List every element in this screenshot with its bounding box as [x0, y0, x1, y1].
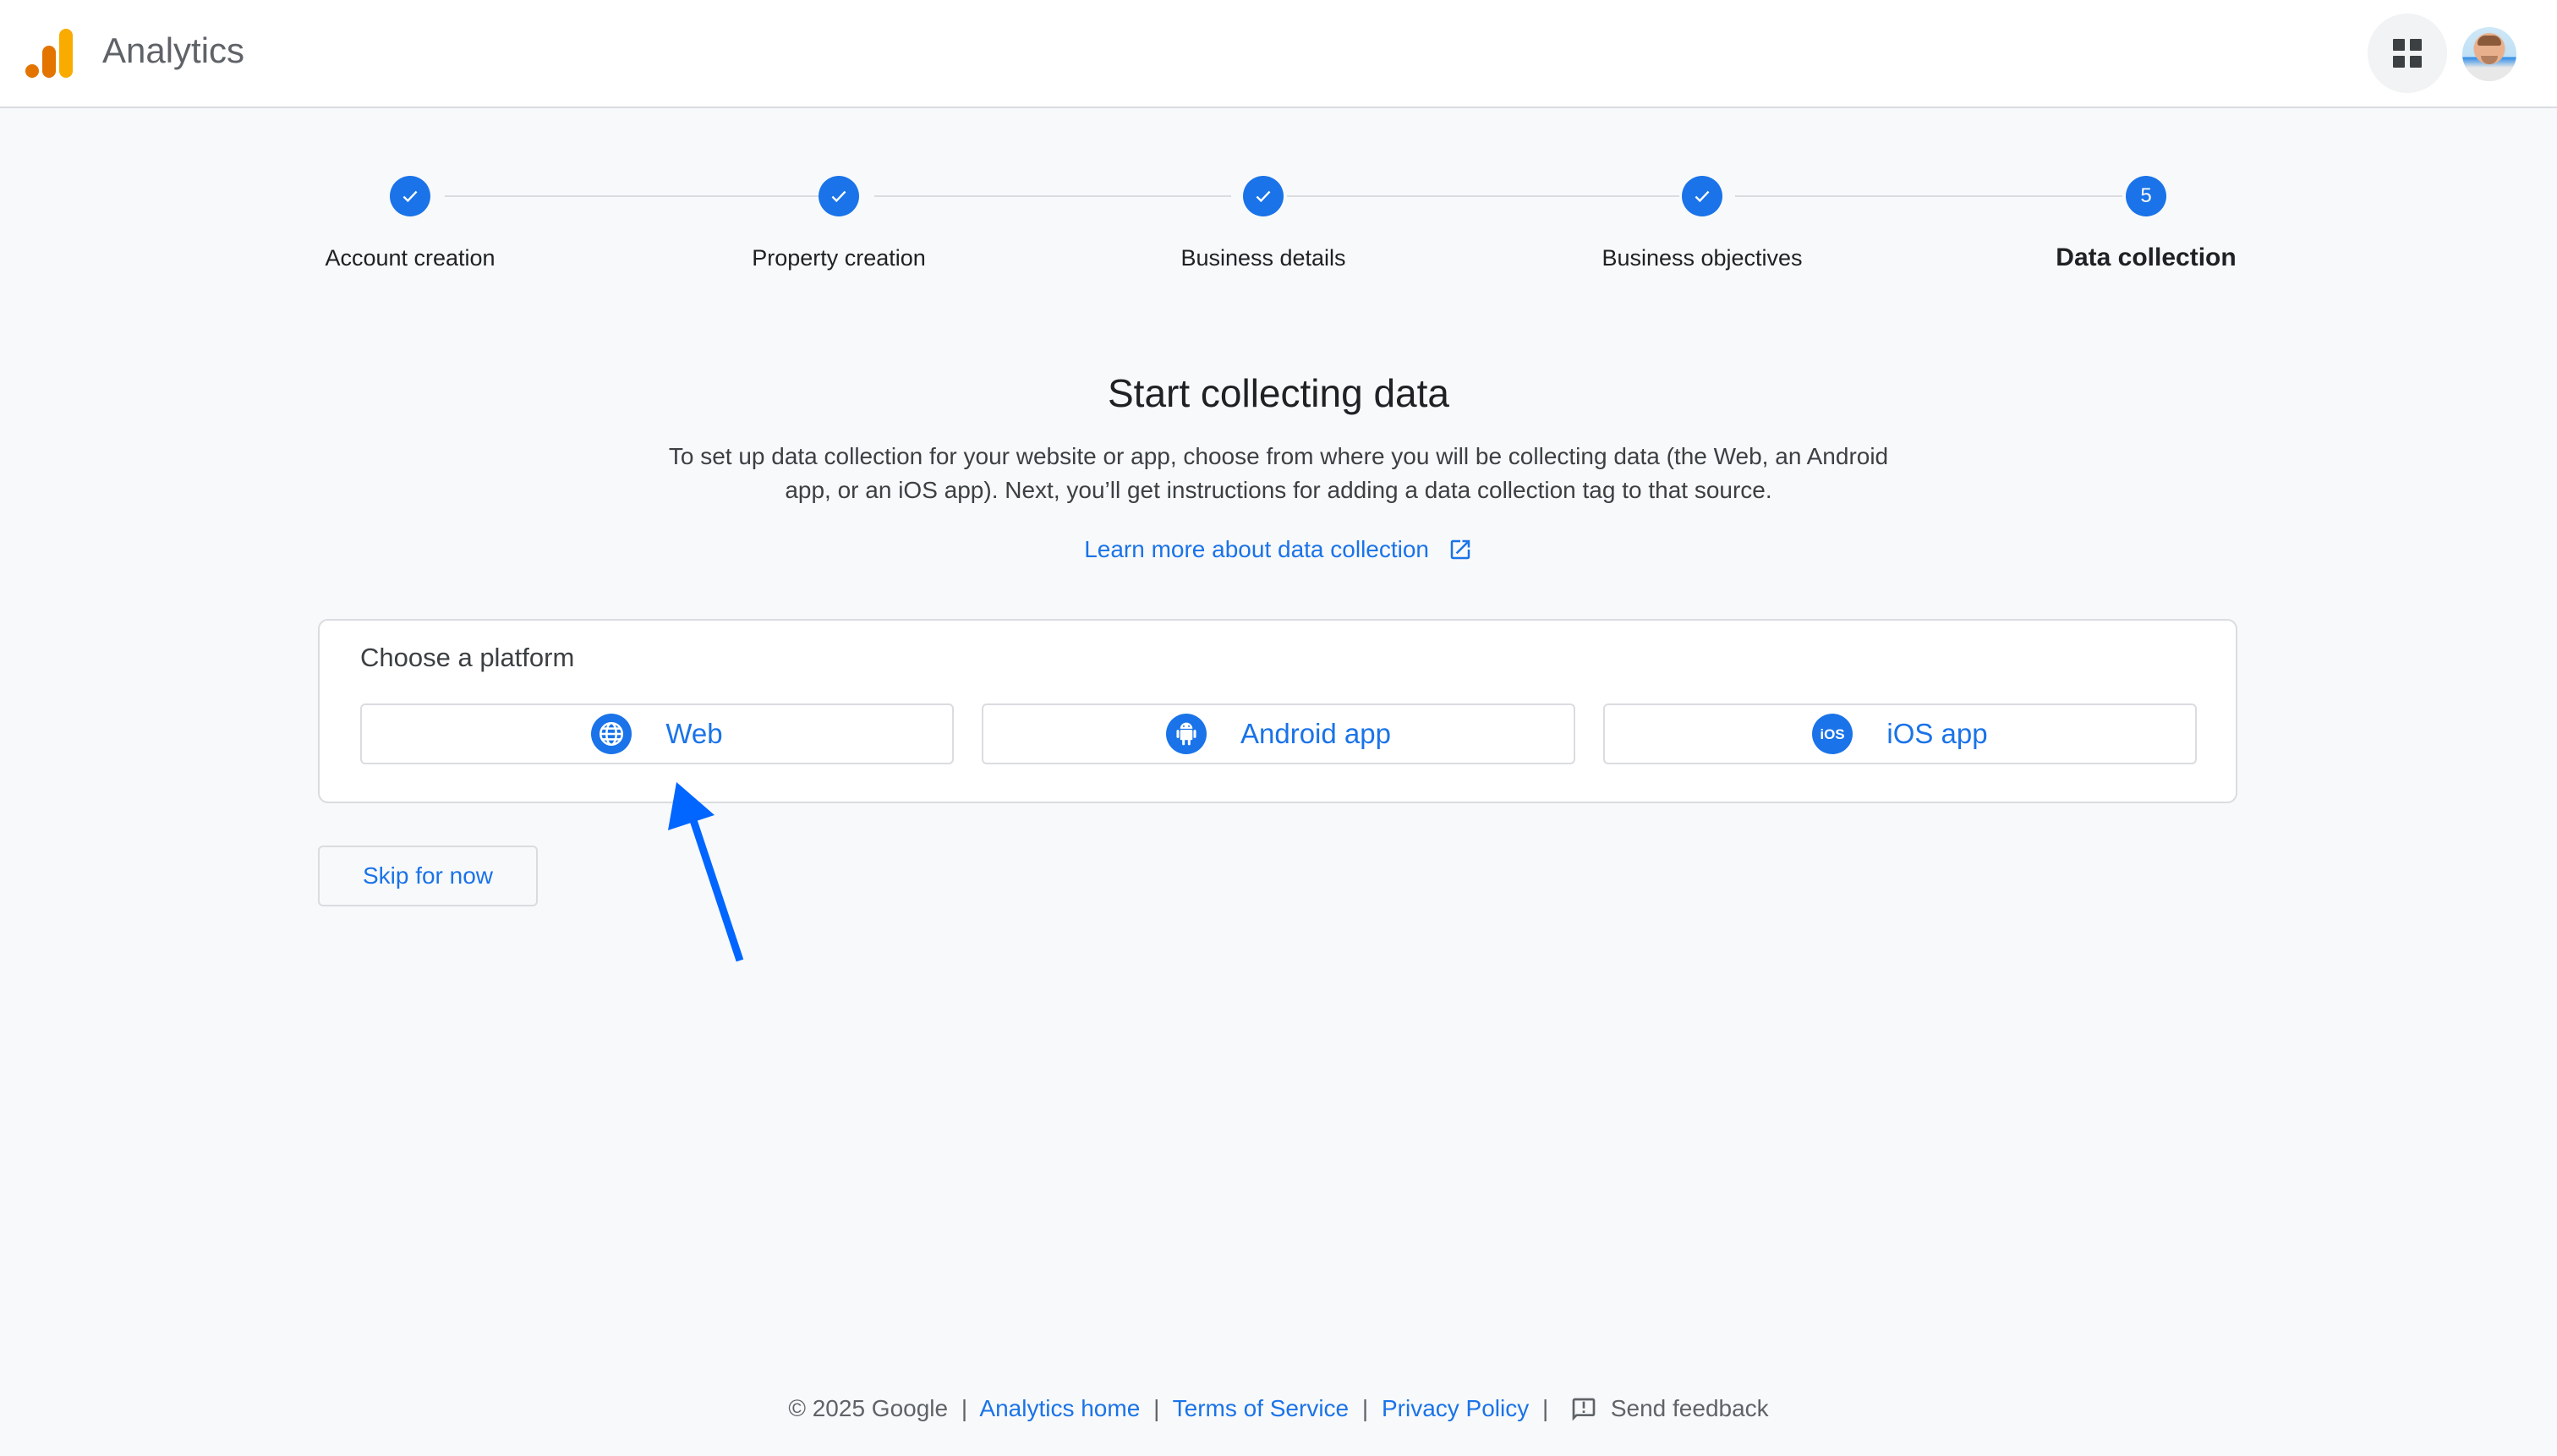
feedback-icon	[1572, 1398, 1596, 1421]
step-label-active: Data collection	[2056, 244, 2237, 271]
separator: |	[1542, 1395, 1549, 1421]
terms-of-service-link[interactable]: Terms of Service	[1173, 1395, 1350, 1421]
open-in-new-icon	[1448, 537, 1473, 568]
separator: |	[961, 1395, 968, 1421]
description-line: app, or an iOS app). Next, you’ll get in…	[785, 477, 1772, 503]
platform-android-button[interactable]: Android app	[982, 703, 1575, 764]
page-title: Start collecting data	[1107, 371, 1449, 415]
check-icon	[1682, 176, 1722, 216]
separator: |	[1153, 1395, 1160, 1421]
ios-icon: iOS	[1812, 714, 1853, 754]
send-feedback-label[interactable]: Send feedback	[1611, 1395, 1769, 1421]
platform-ios-button[interactable]: iOS iOS app	[1603, 703, 2197, 764]
learn-more-label[interactable]: Learn more about data collection	[1084, 536, 1429, 562]
platform-web-button[interactable]: Web	[360, 703, 954, 764]
globe-icon	[591, 714, 632, 754]
step-label: Business details	[1180, 245, 1346, 271]
platform-label: Android app	[1240, 718, 1391, 749]
step-label: Business objectives	[1602, 245, 1803, 271]
send-feedback-button[interactable]: Send feedback	[1562, 1395, 1769, 1421]
step-number: 5	[2126, 176, 2166, 216]
check-icon	[390, 176, 430, 216]
check-icon	[819, 176, 859, 216]
step-label: Account creation	[325, 245, 496, 271]
copyright: © 2025 Google	[788, 1395, 949, 1421]
platform-label: Web	[665, 718, 723, 749]
skip-for-now-button[interactable]: Skip for now	[318, 846, 538, 906]
learn-more-link[interactable]: Learn more about data collection	[0, 536, 2557, 568]
step-connector	[445, 195, 819, 197]
android-icon	[1166, 714, 1207, 754]
card-title: Choose a platform	[360, 643, 575, 672]
step-label: Property creation	[752, 245, 926, 271]
check-icon	[1243, 176, 1284, 216]
setup-stepper: Account creation Property creation Busin…	[0, 0, 2557, 287]
footer: © 2025 Google | Analytics home | Terms o…	[0, 1395, 2557, 1423]
step-connector	[1287, 195, 1679, 197]
privacy-policy-link[interactable]: Privacy Policy	[1382, 1395, 1529, 1421]
analytics-home-link[interactable]: Analytics home	[979, 1395, 1140, 1421]
step-connector	[874, 195, 1231, 197]
annotation-arrow	[668, 782, 744, 962]
page-description: To set up data collection for your websi…	[592, 440, 1965, 507]
platform-label: iOS app	[1886, 718, 1988, 749]
description-line: To set up data collection for your websi…	[668, 443, 1889, 469]
step-connector	[1735, 195, 2122, 197]
svg-text:iOS: iOS	[1821, 726, 1845, 742]
separator: |	[1361, 1395, 1369, 1421]
choose-platform-card: Choose a platform Web Android app iOS iO…	[318, 619, 2237, 803]
